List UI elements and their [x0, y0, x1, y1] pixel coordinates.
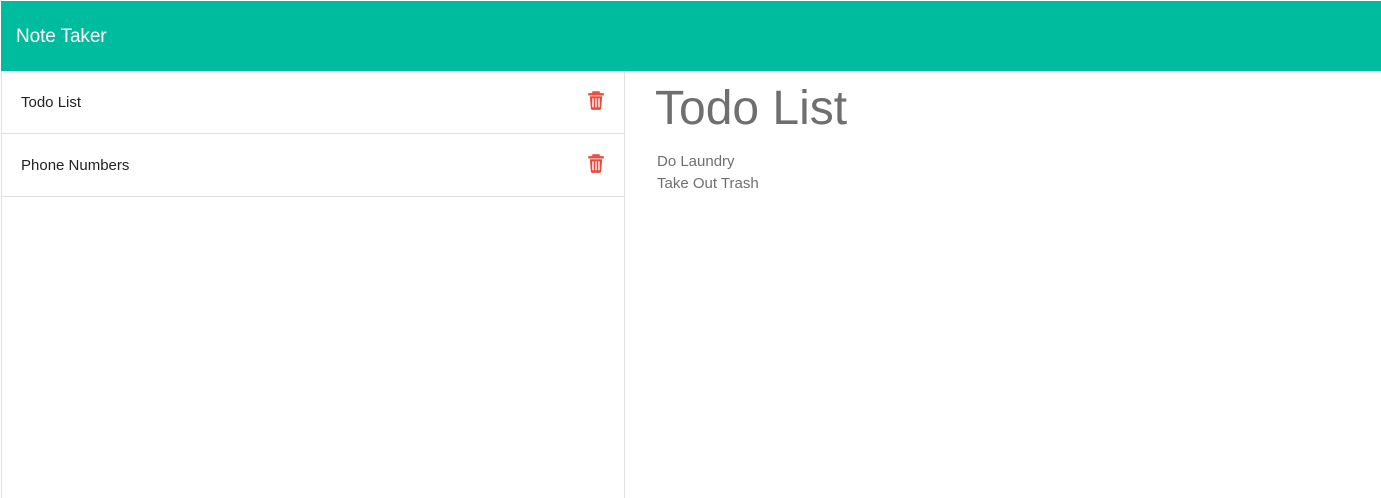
trash-icon[interactable]	[587, 91, 605, 110]
note-list: Todo List Phone Numbers	[2, 71, 624, 197]
note-taker-app: Note Taker Todo List Phone Numbers Todo …	[0, 0, 1381, 498]
notes-sidebar: Todo List Phone Numbers	[1, 71, 625, 498]
note-body-line: Take Out Trash	[657, 175, 759, 192]
note-list-item-title[interactable]: Phone Numbers	[21, 158, 129, 173]
trash-icon[interactable]	[587, 154, 605, 173]
note-title-field[interactable]: Todo List	[655, 82, 1355, 136]
note-body-line: Do Laundry	[657, 153, 735, 170]
brand-link[interactable]: Note Taker	[16, 27, 107, 46]
top-navbar: Note Taker	[1, 1, 1381, 71]
note-list-item-title[interactable]: Todo List	[21, 95, 81, 110]
note-list-item-phone-numbers[interactable]: Phone Numbers	[2, 134, 624, 197]
note-body-textarea[interactable]: Do Laundry Take Out Trash	[657, 151, 1347, 195]
note-editor: Todo List Do Laundry Take Out Trash	[625, 71, 1381, 498]
note-list-item-todo-list[interactable]: Todo List	[2, 71, 624, 134]
